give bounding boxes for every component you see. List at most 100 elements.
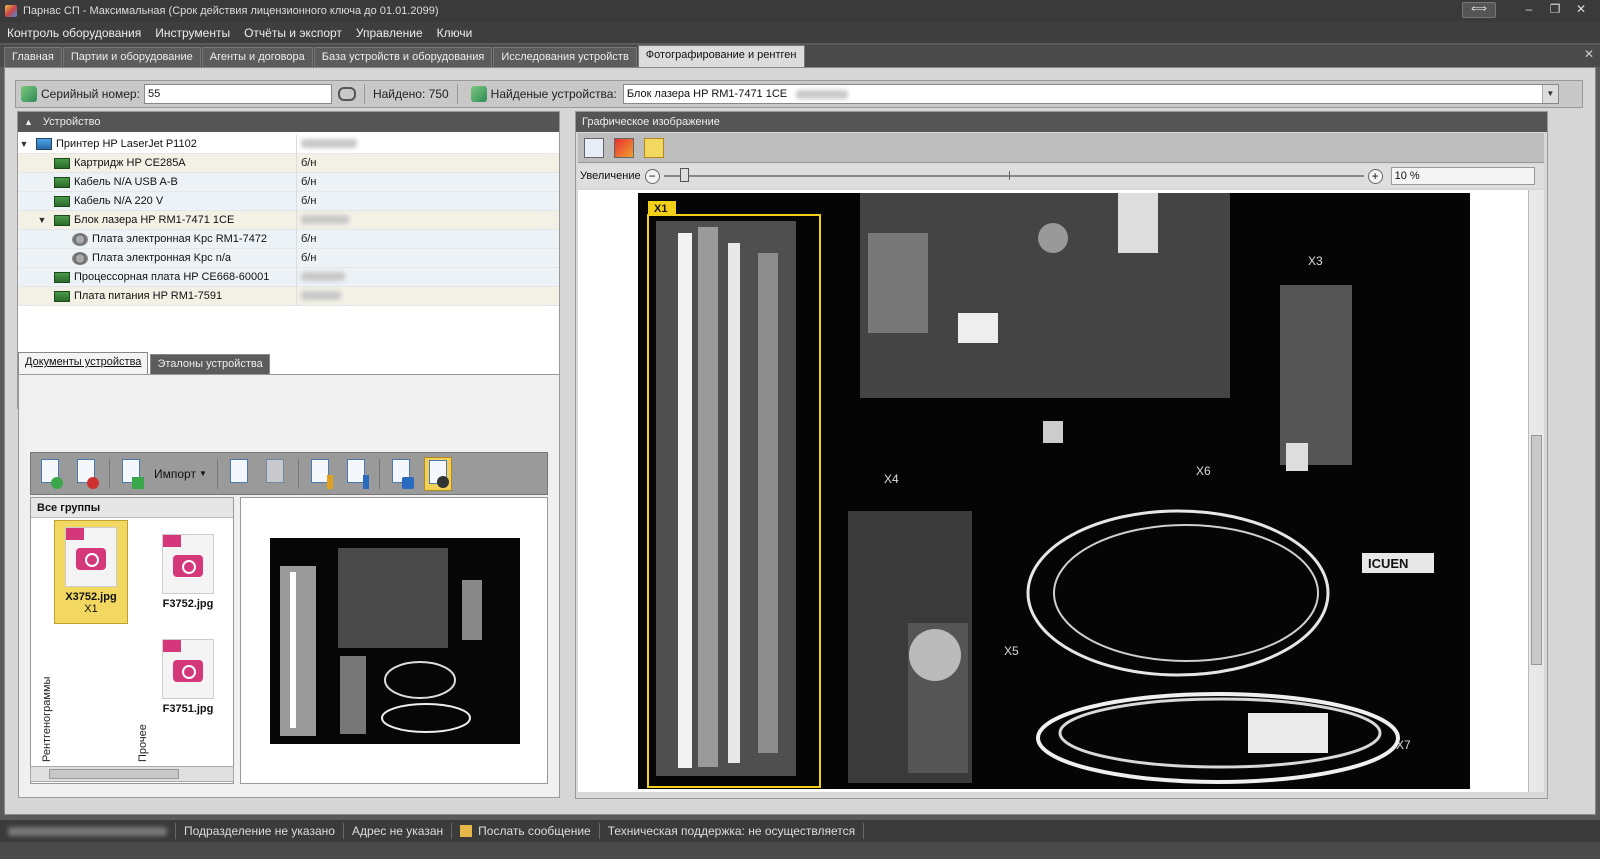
binoculars-icon[interactable] (337, 87, 356, 101)
delete-document-button[interactable] (73, 457, 101, 491)
tab-device-base[interactable]: База устройств и оборудования (313, 47, 493, 67)
collapse-icon[interactable]: ▲ (24, 117, 33, 127)
tab-agents[interactable]: Агенты и договора (201, 47, 313, 67)
serial-input[interactable]: 55 (143, 84, 332, 104)
image-viewer[interactable]: X1 X3 X4 X6 X5 X7 ICUEN (578, 190, 1544, 792)
tree-row-name: Кабель N/A 220 V (74, 195, 164, 207)
xray-image[interactable]: X1 X3 X4 X6 X5 X7 ICUEN (638, 193, 1470, 789)
close-icon[interactable]: ✕ (1568, 0, 1594, 20)
rename-button[interactable] (343, 457, 371, 491)
xray-thumbnail[interactable] (270, 538, 520, 744)
zoom-bar: Увеличение − + 10 % (578, 164, 1544, 188)
tree-row-value: б/н (296, 172, 559, 192)
tree-row[interactable]: Процессорная плата HP CE668-60001 (18, 267, 559, 287)
board-icon (54, 195, 70, 207)
tree-row[interactable]: Кабель N/A 220 V б/н (18, 191, 559, 211)
found-devices-select[interactable]: Блок лазера HP RM1-7471 1CE ▼ (622, 84, 1559, 104)
tree-row-value: б/н (296, 248, 559, 268)
file-item[interactable]: F3752.jpg (151, 528, 225, 618)
zoom-out-button[interactable]: − (644, 168, 660, 184)
tab-home[interactable]: Главная (4, 47, 62, 67)
tab-photo-xray[interactable]: Фотографирование и рентген (637, 45, 805, 67)
tree-row[interactable]: Кабель N/A USB A-B б/н (18, 172, 559, 192)
tree-row[interactable]: Плата электронная Kpc RM1-7472 б/н (18, 229, 559, 249)
resize-icon[interactable]: ⟺ (1462, 2, 1496, 18)
status-division: Подразделение не указано (176, 823, 344, 839)
chevron-down-icon[interactable]: ▼ (1541, 85, 1558, 103)
device-panel-header[interactable]: ▲ Устройство (18, 112, 559, 132)
tree-row[interactable]: ▼ Блок лазера HP RM1-7471 1CE (18, 210, 559, 230)
save-image-icon[interactable] (584, 137, 604, 158)
zoom-in-button[interactable]: + (1367, 168, 1383, 184)
tab-device-research[interactable]: Исследования устройств (493, 47, 637, 67)
window-title: Парнас СП - Максимальная (Срок действия … (23, 5, 439, 17)
expand-icon[interactable]: ▼ (36, 215, 48, 225)
tab-batches[interactable]: Партии и оборудование (62, 47, 201, 67)
found-devices-icon (470, 86, 487, 102)
restore-icon[interactable]: ❐ (1542, 0, 1568, 20)
zoom-slider-handle[interactable] (679, 168, 689, 182)
toolbar-separator (216, 458, 218, 489)
redacted-serial (301, 272, 345, 282)
menu-item-tools[interactable]: Инструменты (148, 26, 237, 40)
menu-item-reports[interactable]: Отчёты и экспорт (237, 26, 349, 40)
redacted-serial (301, 139, 357, 149)
save-document-button[interactable] (388, 457, 416, 491)
main-tabs: Главная Партии и оборудование Агенты и д… (0, 45, 1600, 67)
found-count: Найдено: 750 (372, 87, 449, 101)
zoom-label: Увеличение (580, 170, 641, 182)
marker-x4-label: X4 (884, 472, 899, 486)
import-label: Импорт (154, 466, 196, 481)
zoom-slider[interactable] (663, 168, 1364, 182)
import-button[interactable]: Импорт ▼ (154, 467, 207, 481)
tab-device-documents[interactable]: Документы устройства (18, 352, 149, 374)
title-bar: Парнас СП - Максимальная (Срок действия … (0, 0, 1600, 22)
tab-device-standards[interactable]: Эталоны устройства (150, 354, 270, 374)
minimize-icon[interactable]: – (1516, 0, 1542, 20)
redacted-user (8, 826, 167, 836)
status-support: Техническая поддержка: не осуществляется (600, 823, 865, 839)
search-document-button[interactable] (423, 456, 452, 491)
board-icon (54, 271, 70, 283)
import-icon[interactable] (118, 457, 146, 491)
file-item[interactable]: X3752.jpg X1 (54, 520, 128, 624)
copy-button[interactable] (226, 457, 254, 491)
tree-row-name: Плата электронная Kpc n/a (92, 252, 231, 264)
menu-item-keys[interactable]: Ключи (430, 26, 480, 40)
toolbar-separator (378, 458, 380, 489)
expand-icon[interactable]: ▼ (18, 139, 30, 149)
menu-item-equipment-control[interactable]: Контроль оборудования (0, 26, 148, 40)
found-devices-value: Блок лазера HP RM1-7471 1CE (626, 88, 788, 100)
paste-button[interactable] (262, 457, 290, 491)
tree-row[interactable]: Картридж HP CE285A б/н (18, 153, 559, 173)
horizontal-scrollbar[interactable] (30, 766, 234, 782)
tree-row-name: Кабель N/A USB A-B (74, 176, 178, 188)
fit-image-icon[interactable] (644, 137, 664, 158)
menu-bar: Контроль оборудования Инструменты Отчёты… (0, 22, 1600, 43)
add-document-button[interactable] (37, 457, 65, 491)
redacted-serial (301, 215, 349, 225)
envelope-icon (460, 825, 473, 837)
xray-text-label: ICUEN (1368, 556, 1408, 571)
board-icon (54, 157, 70, 169)
color-mode-icon[interactable] (614, 137, 634, 158)
zoom-input[interactable]: 10 % (1390, 167, 1535, 185)
toolbar-separator (109, 458, 110, 489)
menu-item-management[interactable]: Управление (349, 26, 430, 40)
status-bar: Подразделение не указано Адрес не указан… (0, 820, 1600, 842)
gear-icon (72, 232, 88, 246)
search-toolbar: Серийный номер: 55 Найдено: 750 Найденые… (15, 80, 1583, 108)
close-tab-icon[interactable]: ✕ (1584, 47, 1594, 61)
edit-button[interactable] (307, 457, 335, 491)
marker-x5-label: X5 (1004, 644, 1019, 658)
tree-row[interactable]: Плата питания HP RM1-7591 (18, 286, 559, 306)
send-message-label: Послать сообщение (478, 824, 591, 838)
tree-row[interactable]: Плата электронная Kpc n/a б/н (18, 248, 559, 268)
vertical-scrollbar[interactable] (1528, 190, 1544, 792)
group-label-other: Прочее (137, 724, 149, 762)
tree-row[interactable]: ▼ Принтер HP LaserJet P1102 (18, 134, 559, 154)
marker-x1-label: X1 (654, 203, 667, 215)
send-message-link[interactable]: Послать сообщение (452, 823, 600, 839)
file-item[interactable]: F3751.jpg (151, 633, 225, 723)
serial-label: Серийный номер: (41, 87, 140, 101)
